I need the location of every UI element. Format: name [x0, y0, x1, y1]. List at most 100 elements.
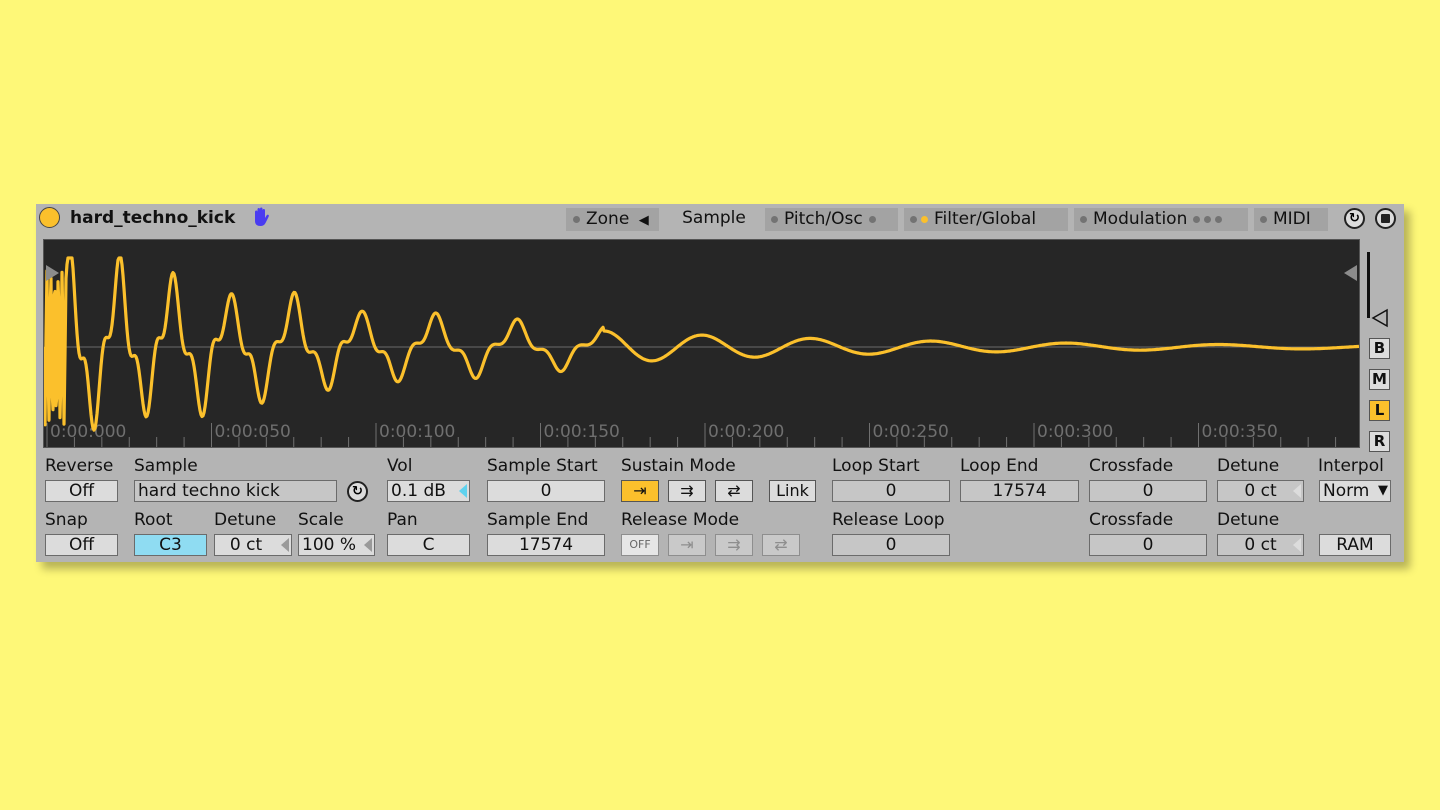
- tab-pitch-osc[interactable]: Pitch/Osc: [765, 208, 898, 231]
- link-button[interactable]: Link: [769, 480, 816, 502]
- interpol-select[interactable]: Norm ▼: [1319, 480, 1391, 502]
- sample-name-field[interactable]: hard techno kick: [134, 480, 337, 502]
- interpol-value: Norm: [1323, 481, 1370, 501]
- sampler-device: hard_techno_kick Zone ◀ Sample Pitch/Osc…: [36, 204, 1404, 562]
- ram-button[interactable]: RAM: [1319, 534, 1391, 556]
- loop-start-label: Loop Start: [832, 456, 920, 476]
- sample-end-label: Sample End: [487, 510, 589, 530]
- sample-label: Sample: [134, 456, 198, 476]
- sample-end-field[interactable]: 17574: [487, 534, 605, 556]
- release-loop-label: Release Loop: [832, 510, 945, 530]
- ruler-label: 0:00:000: [50, 422, 126, 442]
- loop-start-field[interactable]: 0: [832, 480, 950, 502]
- snap-toggle[interactable]: Off: [45, 534, 118, 556]
- loop-end-field[interactable]: 17574: [960, 480, 1079, 502]
- waveform-svg: 0:00:000 0:00:050 0:00:100 0:00:150 0:00:200…: [44, 256, 1359, 447]
- snap-label: Snap: [45, 510, 88, 530]
- tab-filter-global-label: Filter/Global: [934, 209, 1037, 229]
- pan-field[interactable]: C: [387, 534, 470, 556]
- sustain-mode-pingpong-button[interactable]: ⇄: [715, 480, 753, 502]
- sample-swap-button[interactable]: ↻: [347, 481, 368, 502]
- vol-field[interactable]: 0.1 dB: [387, 480, 470, 502]
- save-icon: [1381, 214, 1390, 223]
- scale-label: Scale: [298, 510, 344, 530]
- detune-label: Detune: [1217, 510, 1280, 530]
- ruler-label: 0:00:350: [1202, 422, 1278, 442]
- tab-midi[interactable]: MIDI: [1254, 208, 1328, 231]
- hot-swap-button[interactable]: ↻: [1344, 208, 1365, 229]
- zoom-marker-icon[interactable]: [1370, 308, 1390, 328]
- release-mode-pingpong-button[interactable]: ⇄: [762, 534, 800, 556]
- detune-arrow-icon: [281, 538, 289, 552]
- vol-arrow-icon: [459, 484, 467, 498]
- tab-midi-label: MIDI: [1273, 209, 1311, 229]
- sample-start-label: Sample Start: [487, 456, 598, 476]
- detune-value: 0 ct: [1244, 481, 1277, 501]
- hand-icon: [255, 207, 269, 226]
- time-ruler: 0:00:000 0:00:050 0:00:100 0:00:150 0:00:200…: [46, 422, 1337, 447]
- waveform-line: [44, 256, 1359, 432]
- detune-value: 0 ct: [229, 535, 263, 555]
- release-mode-label: Release Mode: [621, 510, 740, 530]
- loop-end-label: Loop End: [960, 456, 1039, 476]
- root-field[interactable]: C3: [134, 534, 207, 556]
- release-mode-trigger-button[interactable]: ⇥: [668, 534, 706, 556]
- waveform-display[interactable]: 0:00:000 0:00:050 0:00:100 0:00:150 0:00:200…: [43, 239, 1360, 448]
- crossfade-field[interactable]: 0: [1089, 480, 1207, 502]
- scale-arrow-icon: [364, 538, 372, 552]
- tab-sample-label: Sample: [682, 208, 746, 228]
- double-arrow-right-icon: ⇉: [680, 481, 694, 500]
- tab-zone[interactable]: Zone ◀: [566, 208, 659, 231]
- release-mode-forward-button[interactable]: ⇉: [715, 534, 753, 556]
- swap-arrows-icon: ⇄: [727, 481, 741, 500]
- detune-field[interactable]: 0 ct: [214, 534, 292, 556]
- ruler-label: 0:00:200: [708, 422, 784, 442]
- sample-end-marker[interactable]: [1344, 265, 1357, 281]
- tab-pitch-osc-label: Pitch/Osc: [784, 209, 863, 229]
- crossfade-field[interactable]: 0: [1089, 534, 1207, 556]
- tab-sample[interactable]: Sample: [668, 205, 760, 234]
- side-button-r[interactable]: R: [1369, 431, 1390, 452]
- side-button-l[interactable]: L: [1369, 400, 1390, 421]
- tab-filter-global[interactable]: Filter/Global: [904, 208, 1068, 231]
- double-arrow-right-icon: ⇉: [727, 535, 741, 554]
- swap-arrows-icon: ⇄: [774, 535, 788, 554]
- tab-zone-label: Zone: [586, 209, 630, 229]
- sample-start-field[interactable]: 0: [487, 480, 605, 502]
- side-button-b[interactable]: B: [1369, 338, 1390, 359]
- detune-label: Detune: [214, 510, 277, 530]
- tab-modulation-label: Modulation: [1093, 209, 1188, 229]
- swap-icon: ↻: [1349, 211, 1360, 226]
- release-loop-field[interactable]: 0: [832, 534, 950, 556]
- ruler-label: 0:00:150: [544, 422, 620, 442]
- chevron-down-icon: ▼: [1378, 483, 1388, 498]
- sustain-mode-trigger-button[interactable]: ⇥: [621, 480, 659, 502]
- caret-left-icon: ◀: [638, 213, 649, 228]
- scale-value: 100 %: [302, 535, 357, 555]
- device-title: hard_techno_kick: [70, 208, 236, 228]
- crossfade-label: Crossfade: [1089, 456, 1174, 476]
- detune-field[interactable]: 0 ct: [1217, 534, 1304, 556]
- vol-label: Vol: [387, 456, 413, 476]
- pan-label: Pan: [387, 510, 418, 530]
- ruler-label: 0:00:250: [873, 422, 949, 442]
- detune-arrow-icon: [1293, 484, 1301, 498]
- detune-arrow-icon: [1293, 538, 1301, 552]
- device-activator-button[interactable]: [39, 207, 60, 228]
- save-preset-button[interactable]: [1375, 208, 1396, 229]
- detune-label: Detune: [1217, 456, 1280, 476]
- ruler-label: 0:00:100: [379, 422, 455, 442]
- root-label: Root: [134, 510, 173, 530]
- swap-icon: ↻: [352, 484, 363, 499]
- side-button-m[interactable]: M: [1369, 369, 1390, 390]
- reverse-toggle[interactable]: Off: [45, 480, 118, 502]
- release-mode-off-button[interactable]: OFF: [621, 534, 659, 556]
- reverse-label: Reverse: [45, 456, 114, 476]
- tab-modulation[interactable]: Modulation: [1074, 208, 1248, 231]
- arrow-to-bar-icon: ⇥: [633, 481, 647, 500]
- ruler-label: 0:00:300: [1037, 422, 1113, 442]
- sustain-mode-forward-button[interactable]: ⇉: [668, 480, 706, 502]
- detune-field[interactable]: 0 ct: [1217, 480, 1304, 502]
- vol-value: 0.1 dB: [391, 481, 446, 501]
- scale-field[interactable]: 100 %: [298, 534, 375, 556]
